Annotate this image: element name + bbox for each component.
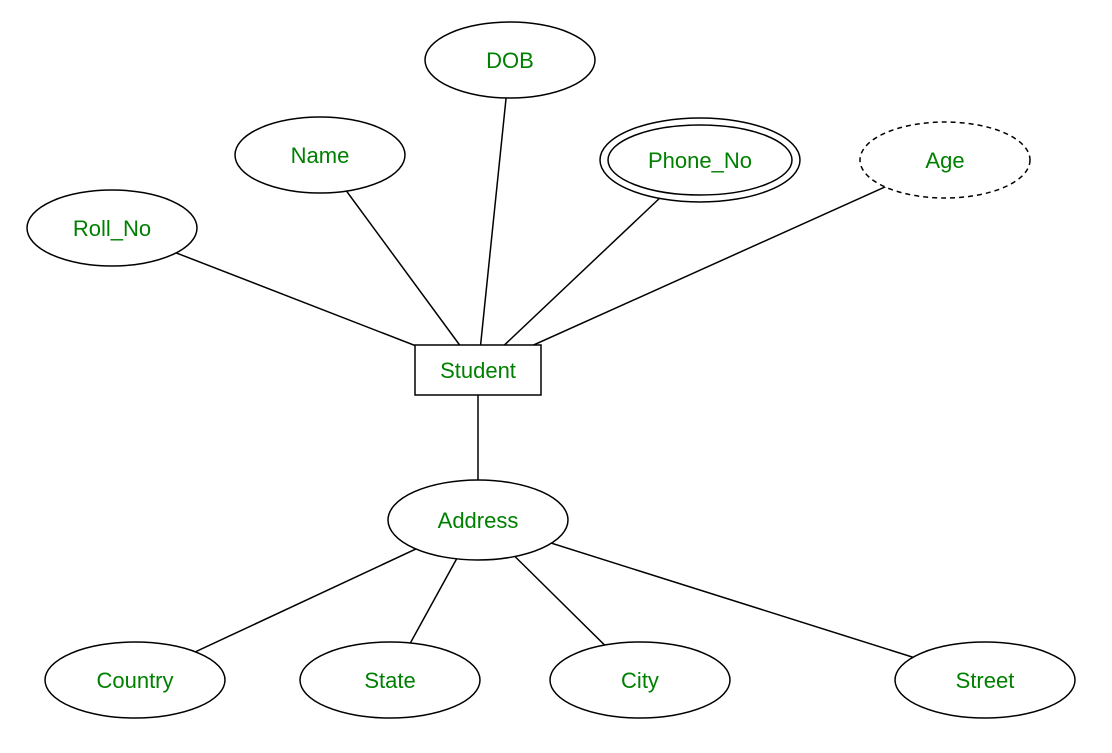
attribute-state: State [300,642,480,718]
attribute-dob: DOB [425,22,595,98]
attribute-dob-label: DOB [486,48,534,73]
attribute-city-label: City [621,668,659,693]
attribute-country: Country [45,642,225,718]
attribute-address: Address [388,480,568,560]
attribute-state-label: State [364,668,415,693]
attribute-street-label: Street [956,668,1015,693]
edge-address-street [478,520,985,680]
attribute-country-label: Country [96,668,173,693]
attribute-street: Street [895,642,1075,718]
attribute-age-label: Age [925,148,964,173]
attribute-age: Age [860,122,1030,198]
attribute-address-label: Address [438,508,519,533]
er-diagram: Student Roll_No Name DOB Phone_No Age Ad… [0,0,1112,753]
edge-student-dob [478,60,510,370]
attribute-phoneno-label: Phone_No [648,148,752,173]
attribute-name-label: Name [291,143,350,168]
attribute-city: City [550,642,730,718]
attribute-phoneno: Phone_No [600,118,800,202]
entity-student: Student [415,345,541,395]
attribute-rollno: Roll_No [27,190,197,266]
entity-student-label: Student [440,358,516,383]
attribute-rollno-label: Roll_No [73,216,151,241]
attribute-name: Name [235,117,405,193]
